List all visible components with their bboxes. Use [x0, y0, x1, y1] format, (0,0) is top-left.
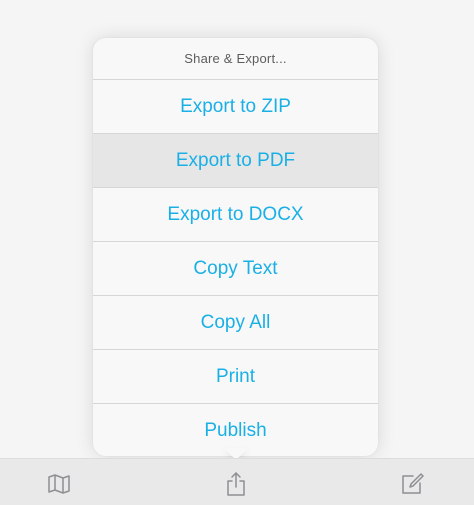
- print-button[interactable]: Print: [93, 350, 378, 404]
- map-icon[interactable]: [45, 471, 73, 497]
- app-screen: Share & Export... Export to ZIP Export t…: [0, 0, 474, 505]
- export-zip-button[interactable]: Export to ZIP: [93, 80, 378, 134]
- compose-icon[interactable]: [398, 471, 426, 497]
- bottom-toolbar: [0, 458, 474, 505]
- export-pdf-button[interactable]: Export to PDF: [93, 134, 378, 188]
- copy-all-button[interactable]: Copy All: [93, 296, 378, 350]
- copy-text-button[interactable]: Copy Text: [93, 242, 378, 296]
- popover-title: Share & Export...: [93, 38, 378, 80]
- export-docx-button[interactable]: Export to DOCX: [93, 188, 378, 242]
- share-export-popover: Share & Export... Export to ZIP Export t…: [93, 38, 378, 456]
- share-icon[interactable]: [222, 471, 250, 497]
